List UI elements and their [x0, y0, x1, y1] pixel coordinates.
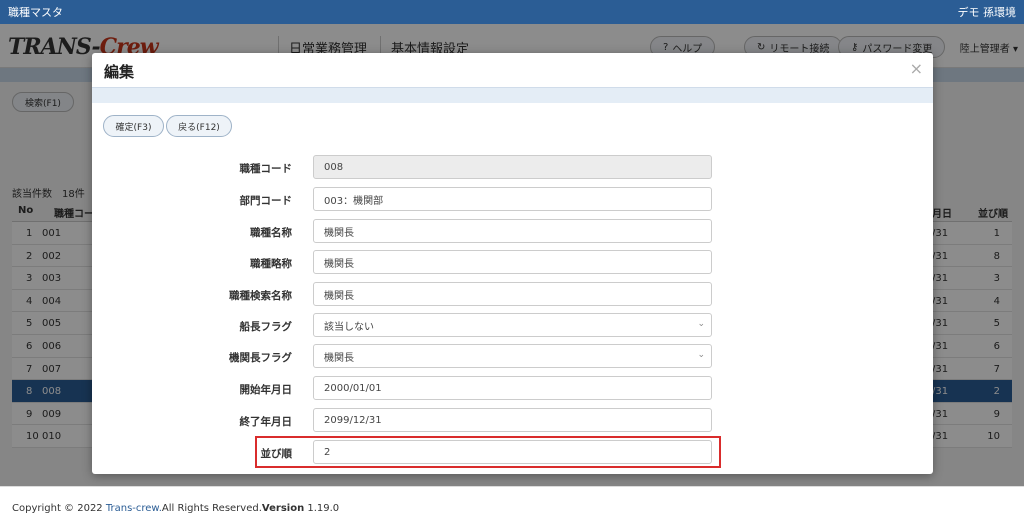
footer-link[interactable]: Trans-crew.: [106, 503, 162, 514]
end-date-label: 終了年月日: [239, 416, 293, 428]
captain-flag-label: 船長フラグ: [239, 321, 293, 333]
job-search-label: 職種検索名称: [229, 290, 292, 302]
job-search-input[interactable]: 機関長: [313, 282, 712, 306]
job-code-input: 008: [313, 155, 712, 179]
start-date-label: 開始年月日: [239, 384, 293, 396]
title-bar: 職種マスタ デモ 孫環境: [0, 0, 1024, 24]
footer: Copyright © 2022 Trans-crew.All Rights R…: [0, 486, 1024, 528]
confirm-button[interactable]: 確定(F3): [103, 115, 164, 137]
sort-order-highlight: [255, 436, 721, 468]
window-title: 職種マスタ: [8, 6, 63, 19]
job-name-input[interactable]: 機関長: [313, 219, 712, 243]
start-date-input[interactable]: 2000/01/01: [313, 376, 712, 400]
chevron-down-icon: ⌄: [697, 350, 705, 360]
chevron-down-icon: ⌄: [697, 319, 705, 329]
dept-code-label: 部門コード: [239, 195, 293, 207]
job-short-label: 職種略称: [250, 258, 292, 270]
job-name-label: 職種名称: [250, 227, 292, 239]
job-code-label: 職種コード: [239, 163, 293, 175]
dialog-band: [92, 87, 933, 103]
end-date-input[interactable]: 2099/12/31: [313, 408, 712, 432]
chief-engineer-flag-label: 機関長フラグ: [229, 352, 292, 364]
dept-code-input[interactable]: 003：機関部: [313, 187, 712, 211]
environment-label: デモ 孫環境: [957, 6, 1017, 19]
dialog-title: 編集: [104, 63, 135, 81]
back-button[interactable]: 戻る(F12): [166, 115, 232, 137]
job-short-input[interactable]: 機関長: [313, 250, 712, 274]
edit-dialog: 編集 × 確定(F3) 戻る(F12) 職種コード 008 部門コード 003：…: [92, 53, 933, 474]
chief-engineer-flag-select[interactable]: 機関長 ⌄: [313, 344, 712, 368]
captain-flag-select[interactable]: 該当しない ⌄: [313, 313, 712, 337]
close-icon[interactable]: ×: [910, 59, 923, 78]
